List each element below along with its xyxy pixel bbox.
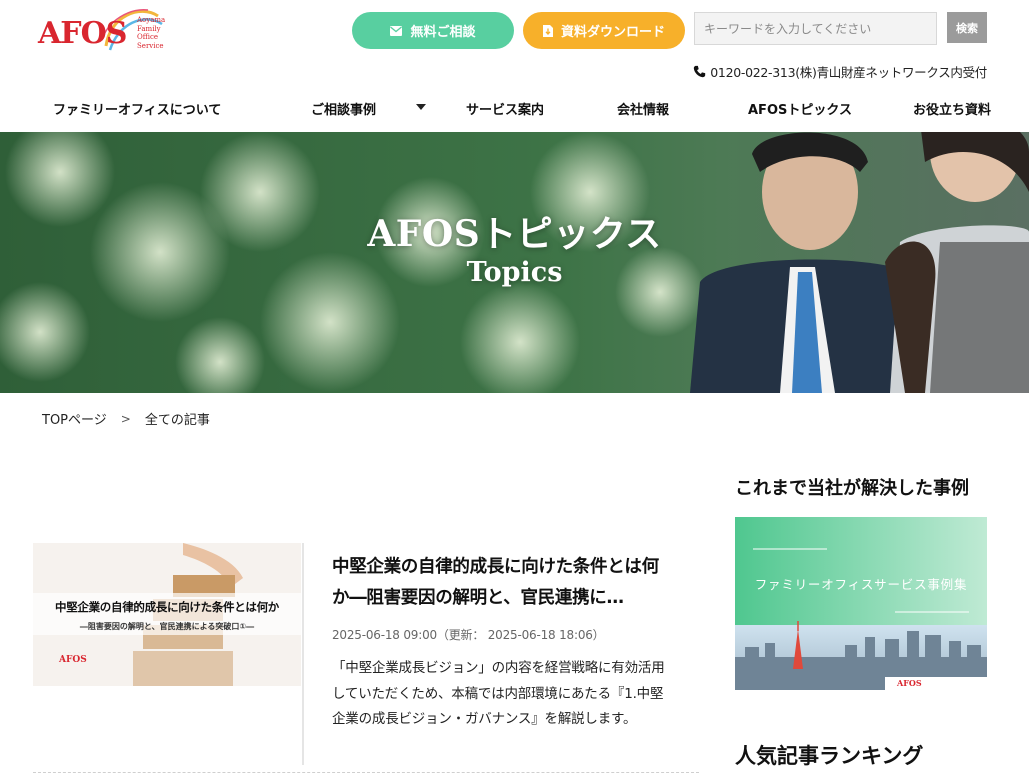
nav-item-services[interactable]: サービス案内 bbox=[466, 99, 544, 118]
phone-number: 0120-022-313(株)青山財産ネットワークス内受付 bbox=[710, 65, 987, 80]
file-download-icon bbox=[542, 24, 553, 37]
document-download-label: 資料ダウンロード bbox=[560, 25, 665, 40]
case-studies-banner[interactable]: ファミリーオフィスサービス事例集 AFOS bbox=[735, 517, 987, 690]
hero-banner: AFOSトピックス Topics bbox=[0, 132, 1029, 393]
popular-ranking-heading: 人気記事ランキング bbox=[735, 744, 924, 768]
nav-item-about-family-office[interactable]: ファミリーオフィスについて bbox=[53, 99, 221, 118]
nav-item-resources[interactable]: お役立ち資料 bbox=[913, 99, 991, 118]
city-skyline-icon bbox=[735, 517, 987, 690]
article-divider bbox=[33, 772, 699, 773]
thumbnail-divider bbox=[302, 543, 304, 765]
page-subtitle: Topics bbox=[466, 257, 563, 288]
phone-contact[interactable]: 0120-022-313(株)青山財産ネットワークス内受付 bbox=[693, 62, 987, 81]
banner-logo: AFOS bbox=[897, 678, 922, 688]
logo-wordmark: AFOS bbox=[38, 16, 127, 51]
free-consultation-button[interactable]: 無料ご相談 bbox=[352, 12, 514, 49]
article-excerpt: 「中堅企業成長ビジョン」の内容を経営戦略に有効活用していただくため、本稿では内部… bbox=[332, 660, 665, 727]
search-input[interactable] bbox=[694, 12, 937, 45]
nav-item-company-info[interactable]: 会社情報 bbox=[617, 99, 669, 118]
breadcrumb: TOPページ > 全ての記事 bbox=[42, 409, 210, 429]
article-thumbnail[interactable]: 中堅企業の自律的成長に向けた条件とは何か ―阻害要因の解明と、官民連携による突破… bbox=[33, 543, 301, 686]
thumbnail-title: 中堅企業の自律的成長に向けた条件とは何か bbox=[55, 600, 279, 614]
page-title: AFOSトピックス bbox=[367, 213, 662, 255]
breadcrumb-current: 全ての記事 bbox=[144, 413, 210, 428]
article-title[interactable]: 中堅企業の自律的成長に向けた条件とは何か―阻害要因の解明と、官民連携に… bbox=[332, 552, 668, 614]
nav-item-consultation-cases[interactable]: ご相談事例 bbox=[311, 99, 376, 118]
thumbnail-subtitle: ―阻害要因の解明と、官民連携による突破口①― bbox=[79, 622, 255, 631]
breadcrumb-separator-icon: > bbox=[120, 411, 131, 426]
mail-icon bbox=[390, 25, 403, 36]
document-download-button[interactable]: 資料ダウンロード bbox=[523, 12, 685, 49]
phone-icon bbox=[694, 65, 706, 78]
nav-item-afos-topics[interactable]: AFOSトピックス bbox=[748, 99, 852, 118]
solved-cases-heading: これまで当社が解決した事例 bbox=[735, 478, 969, 499]
afos-logo[interactable]: AFOS Aoyama Family Office Service bbox=[38, 6, 166, 54]
article-date: 2025-06-18 09:00（更新： 2025-06-18 18:06） bbox=[332, 628, 605, 642]
breadcrumb-home-link[interactable]: TOPページ bbox=[42, 409, 107, 428]
search-button[interactable]: 検索 bbox=[947, 12, 987, 43]
thumbnail-logo: AFOS bbox=[59, 655, 87, 665]
logo-tagline: Aoyama Family Office Service bbox=[137, 16, 166, 50]
banner-title: ファミリーオフィスサービス事例集 bbox=[754, 577, 968, 592]
chevron-down-icon[interactable] bbox=[416, 104, 426, 110]
free-consultation-label: 無料ご相談 bbox=[410, 25, 476, 40]
